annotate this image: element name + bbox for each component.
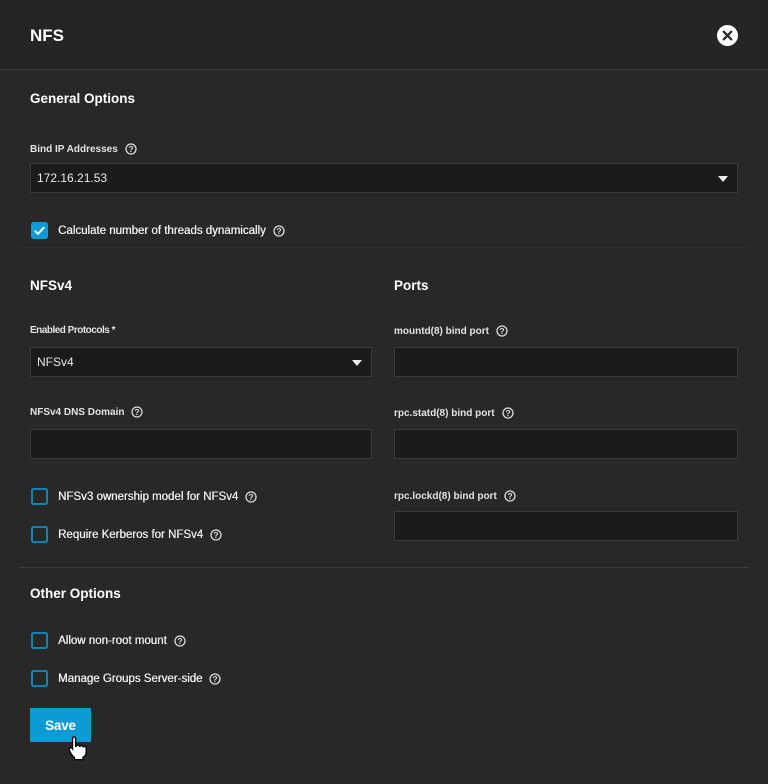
svg-text:?: ? [507,491,512,501]
svg-text:?: ? [213,529,218,539]
svg-text:?: ? [128,144,133,154]
svg-text:?: ? [135,407,140,417]
svg-text:?: ? [499,326,504,336]
svg-text:?: ? [213,673,218,683]
svg-text:?: ? [249,491,254,501]
svg-text:?: ? [276,225,281,235]
svg-text:?: ? [505,408,510,418]
svg-text:?: ? [177,635,182,645]
